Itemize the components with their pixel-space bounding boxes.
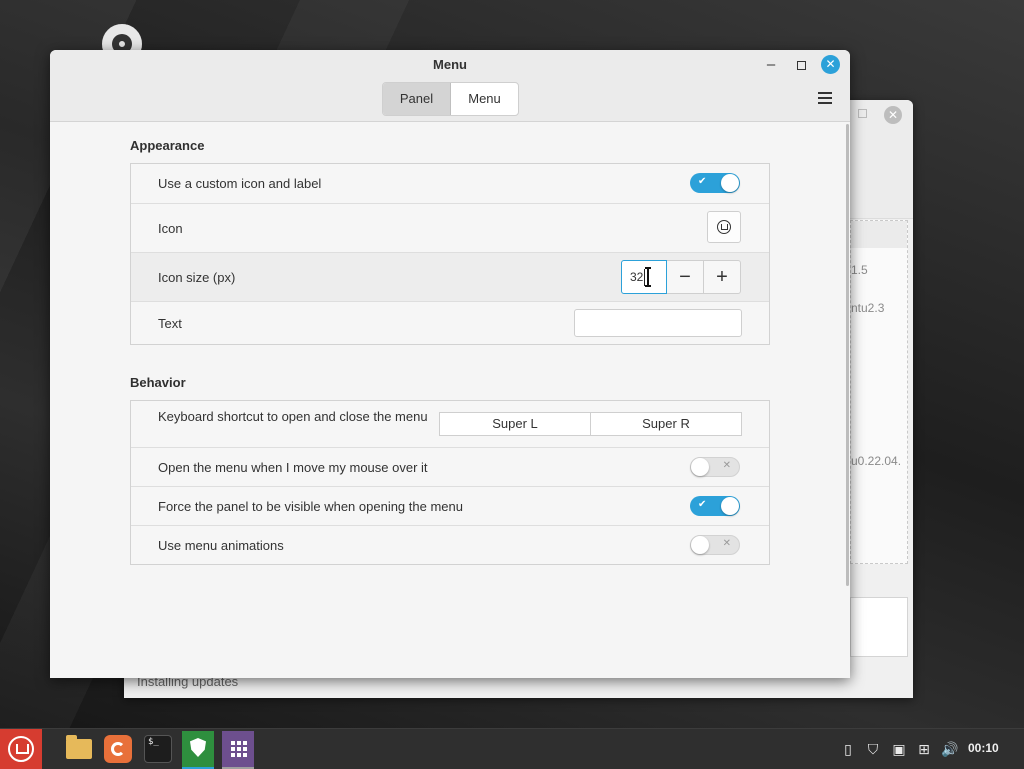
setting-row: Keyboard shortcut to open and close the … — [131, 401, 769, 448]
toggle-knob — [721, 174, 739, 192]
update-icon[interactable]: ▣ — [890, 740, 908, 758]
window-title: Menu — [433, 57, 467, 72]
mint-logo-icon — [8, 736, 34, 762]
menu-icon[interactable] — [0, 729, 42, 769]
setting-row: Icon — [131, 204, 769, 253]
icon-chooser-button[interactable] — [707, 211, 741, 243]
apps-grid-icon[interactable] — [220, 731, 256, 769]
update-list-header — [851, 221, 907, 248]
force-panel-toggle[interactable]: ✔ — [690, 496, 740, 516]
desktop: ✕ 1.5 ntu2.3 u0.22.04. Installing update… — [0, 0, 1024, 728]
setting-label: Text — [158, 316, 182, 331]
increment-button[interactable]: + — [704, 260, 741, 294]
setting-label: Icon size (px) — [158, 270, 236, 285]
hover-open-toggle[interactable]: ✕ — [690, 457, 740, 477]
terminal-icon[interactable]: $_ — [140, 731, 176, 767]
clock[interactable]: 00:10 — [968, 741, 999, 755]
volume-icon[interactable]: 🔊 — [941, 740, 959, 758]
icon-size-spinner: 32 − + — [621, 260, 741, 294]
shield-icon[interactable]: ⛉ — [864, 740, 882, 758]
close-icon[interactable]: ✕ — [821, 55, 840, 74]
appearance-settings: Use a custom icon and label ✔ Icon Icon … — [130, 163, 770, 345]
toggle-knob — [721, 497, 739, 515]
menu-text-input[interactable] — [574, 309, 742, 337]
close-icon[interactable]: ✕ — [884, 106, 902, 124]
tab-panel[interactable]: Panel — [383, 83, 451, 115]
scrollbar[interactable] — [846, 124, 849, 586]
update-manager-icon[interactable] — [180, 731, 216, 769]
setting-label: Open the menu when I move my mouse over … — [158, 460, 428, 475]
setting-row: Text — [131, 302, 769, 344]
shortcut-key-button[interactable]: Super R — [591, 413, 741, 435]
custom-icon-toggle[interactable]: ✔ — [690, 173, 740, 193]
cross-icon: ✕ — [722, 538, 731, 549]
update-list[interactable]: 1.5 ntu2.3 u0.22.04. — [850, 220, 908, 564]
icon-size-value: 32 — [630, 270, 644, 284]
decrement-button[interactable]: − — [667, 260, 704, 294]
version-text: u0.22.04. — [851, 454, 902, 468]
hamburger-menu-icon[interactable] — [818, 92, 832, 104]
setting-row: Use menu animations ✕ — [131, 526, 769, 564]
section-title-appearance: Appearance — [130, 138, 205, 153]
update-description-panel — [850, 597, 908, 657]
cross-icon: ✕ — [722, 460, 731, 471]
setting-row: Force the panel to be visible when openi… — [131, 487, 769, 526]
setting-label: Use a custom icon and label — [158, 176, 322, 191]
notification-icon[interactable]: ▯ — [839, 740, 857, 758]
text-cursor-icon — [645, 267, 651, 287]
behavior-settings: Keyboard shortcut to open and close the … — [130, 400, 770, 565]
setting-row: Open the menu when I move my mouse over … — [131, 448, 769, 487]
toggle-knob — [691, 458, 709, 476]
menu-settings-window: Menu – ✕ Panel Menu Appearance Use a cus… — [50, 50, 850, 678]
check-icon: ✔ — [698, 499, 707, 510]
setting-row: Icon size (px) 32 − + — [131, 253, 769, 302]
keyboard-shortcut-field: Super L Super R — [439, 412, 742, 436]
taskbar: $_ ▯ ⛉ ▣ ⊞ 🔊 00:10 — [0, 728, 1024, 769]
titlebar[interactable]: Menu – ✕ Panel Menu — [50, 50, 850, 122]
tab-menu[interactable]: Menu — [451, 83, 518, 115]
section-title-behavior: Behavior — [130, 375, 186, 390]
network-icon[interactable]: ⊞ — [915, 740, 933, 758]
minimize-icon[interactable]: – — [761, 55, 781, 75]
setting-label: Use menu animations — [158, 538, 284, 553]
toggle-knob — [691, 536, 709, 554]
shortcut-key-button[interactable]: Super L — [440, 413, 591, 435]
check-icon: ✔ — [698, 176, 707, 187]
version-text: ntu2.3 — [851, 301, 885, 315]
setting-label: Keyboard shortcut to open and close the … — [158, 409, 428, 424]
terminal-glyph: $_ — [144, 735, 172, 763]
animations-toggle[interactable]: ✕ — [690, 535, 740, 555]
version-text: 1.5 — [851, 263, 868, 277]
mint-logo-icon — [717, 220, 731, 234]
files-icon[interactable] — [60, 731, 96, 767]
setting-row: Use a custom icon and label ✔ — [131, 164, 769, 204]
setting-label: Force the panel to be visible when openi… — [158, 499, 463, 514]
maximize-icon[interactable] — [858, 109, 867, 118]
setting-label: Icon — [158, 221, 183, 236]
page-switcher: Panel Menu — [382, 82, 519, 116]
maximize-icon[interactable] — [791, 55, 811, 75]
firefox-icon[interactable] — [100, 731, 136, 767]
